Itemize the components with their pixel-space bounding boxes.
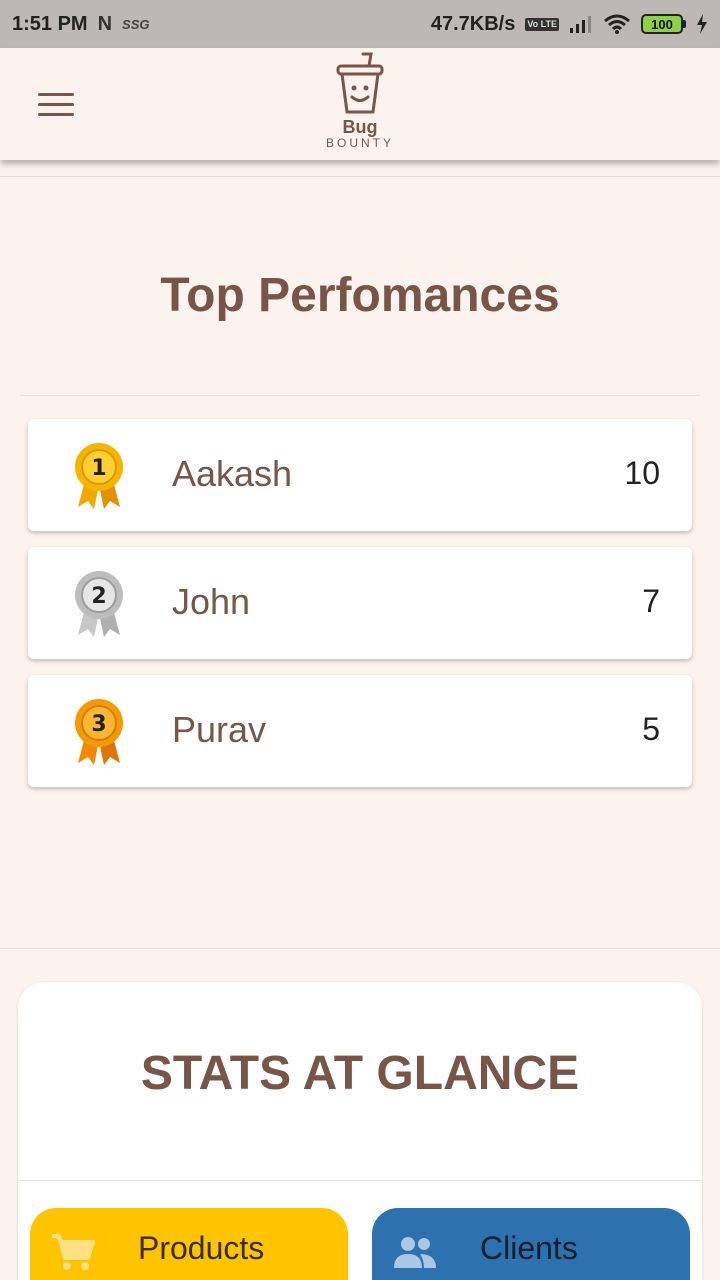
player-name: Aakash	[172, 453, 293, 494]
products-label: Products	[138, 1230, 265, 1266]
player-name: Purav	[172, 709, 267, 750]
notification-n-icon: N	[97, 12, 113, 35]
stats-card: STATS AT GLANCE Products Clients	[18, 982, 702, 1280]
people-icon	[394, 1237, 436, 1268]
battery-icon: 100	[641, 14, 686, 34]
status-time: 1:51 PM	[12, 12, 88, 35]
app-bar: Bug BOUNTY	[0, 48, 720, 160]
logo-text-bottom: BOUNTY	[325, 136, 394, 150]
clients-button[interactable]: Clients	[372, 1208, 690, 1280]
player-score: 10	[624, 455, 660, 491]
player-score: 7	[642, 583, 660, 619]
medal-rank: 2	[91, 584, 106, 609]
status-bar: 1:51 PM N SSG 47.7KB/s Vo LTE 100	[0, 0, 720, 48]
divider	[20, 395, 700, 396]
cup-logo-icon	[336, 52, 384, 114]
products-button[interactable]: Products	[30, 1208, 348, 1280]
player-name: John	[172, 581, 251, 622]
signal-icon	[570, 16, 591, 33]
medal-rank: 1	[91, 456, 106, 481]
cart-icon	[52, 1234, 95, 1270]
leaderboard-row[interactable]: 3 Purav 5	[28, 675, 692, 787]
charging-bolt-icon	[697, 14, 707, 34]
divider	[18, 1180, 702, 1181]
medal-rank: 3	[91, 712, 106, 737]
status-network-speed: 47.7KB/s	[430, 12, 516, 35]
clients-label: Clients	[480, 1230, 578, 1266]
divider	[0, 176, 720, 177]
player-score: 5	[642, 711, 660, 747]
divider	[0, 948, 720, 949]
leaderboard-row[interactable]: 2 John 7	[28, 547, 692, 659]
section-title-top-performances: Top Perfomances	[160, 269, 560, 322]
silver-medal-icon: 2	[75, 571, 123, 637]
status-carrier-tag: SSG	[122, 16, 150, 32]
volte-icon: Vo LTE	[525, 17, 559, 31]
hamburger-menu-icon[interactable]	[30, 84, 82, 124]
section-title-stats: STATS AT GLANCE	[140, 1047, 580, 1100]
leaderboard-row[interactable]: 1 Aakash 10	[28, 419, 692, 531]
gold-medal-icon: 1	[75, 443, 123, 509]
logo-text-top: Bug	[342, 117, 378, 137]
battery-level: 100	[641, 14, 683, 34]
bronze-medal-icon: 3	[75, 699, 123, 765]
bug-bounty-logo: Bug BOUNTY	[300, 52, 420, 156]
wifi-icon	[604, 14, 630, 34]
